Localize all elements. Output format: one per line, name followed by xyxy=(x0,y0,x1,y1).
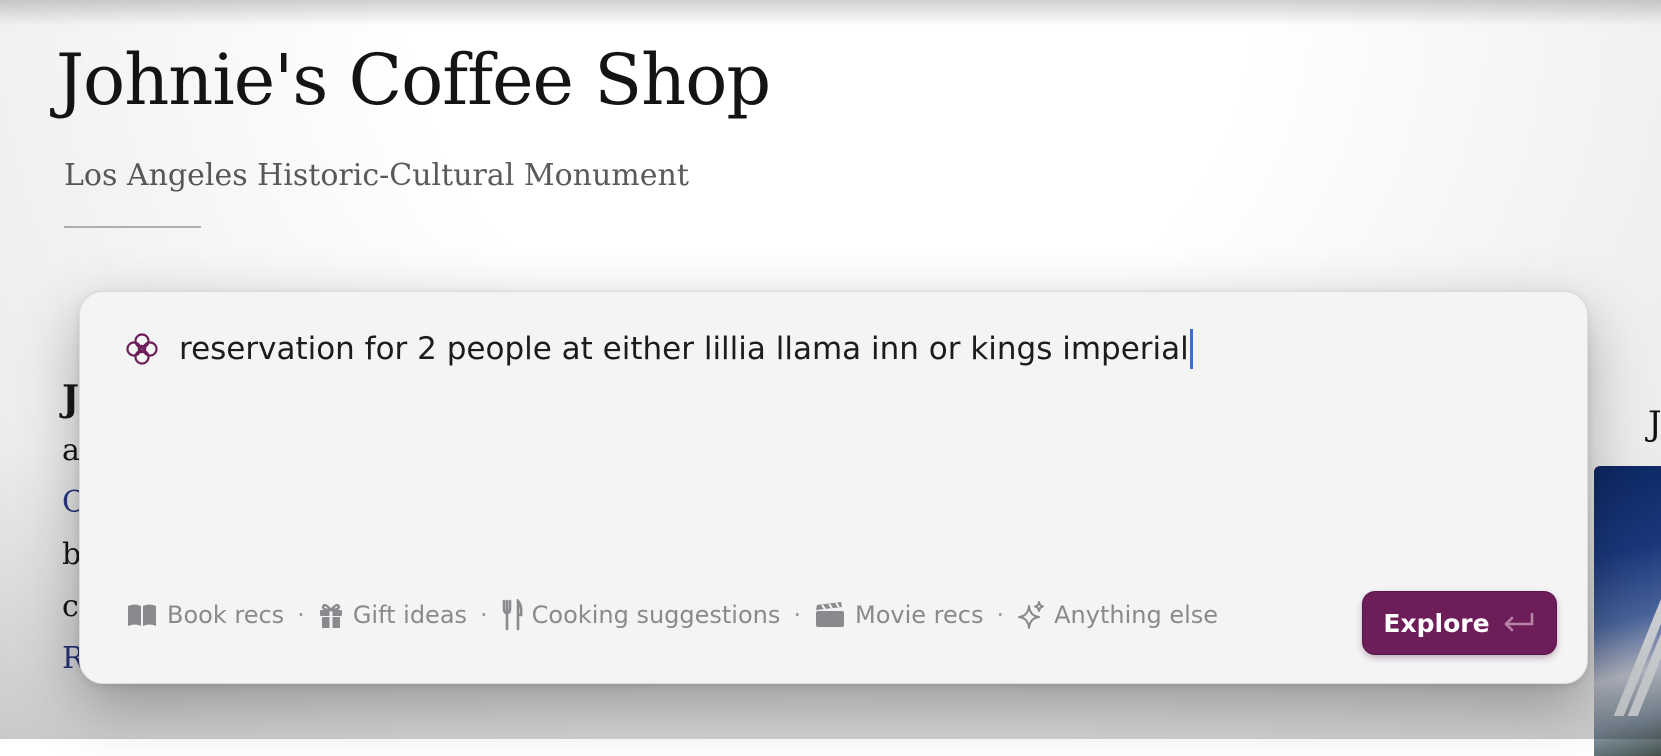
sparkle-icon xyxy=(1017,600,1045,630)
suggestion-separator: · xyxy=(480,601,488,629)
explore-label: Explore xyxy=(1383,608,1490,638)
explore-button[interactable]: Explore xyxy=(1363,592,1556,654)
suggestion-anything-else[interactable]: Anything else xyxy=(1017,600,1218,630)
body-text-fragment: a xyxy=(62,433,80,468)
suggestion-separator: · xyxy=(793,601,802,629)
text-caret xyxy=(1189,329,1193,369)
body-text-fragment: c xyxy=(62,589,79,624)
book-icon xyxy=(126,602,158,628)
suggestion-book-recs[interactable]: Book recs xyxy=(126,601,284,629)
suggestion-label: Movie recs xyxy=(855,601,984,629)
infobox-title-fragment: J xyxy=(1648,404,1661,444)
suggestion-label: Gift ideas xyxy=(352,601,468,629)
return-icon xyxy=(1502,612,1536,634)
gift-icon xyxy=(318,601,344,629)
suggestion-label: Cooking suggestions xyxy=(531,601,781,629)
suggestion-bar: Book recs · Gift ideas · Cooking suggest… xyxy=(126,599,1218,631)
suggestion-movie-recs[interactable]: Movie recs xyxy=(814,601,983,629)
suggestion-cooking[interactable]: Cooking suggestions xyxy=(501,599,781,631)
utensils-icon xyxy=(501,599,523,631)
title-divider xyxy=(64,226,201,228)
search-input[interactable]: reservation for 2 people at either lilli… xyxy=(179,329,1547,369)
page-subtitle: Los Angeles Historic-Cultural Monument xyxy=(64,158,689,193)
suggestion-separator: · xyxy=(996,601,1005,629)
body-text-fragment: J xyxy=(62,378,80,420)
clapperboard-icon xyxy=(814,601,846,629)
suggestion-separator: · xyxy=(297,601,305,629)
query-row: reservation for 2 people at either lilli… xyxy=(124,324,1547,374)
infobox-image xyxy=(1594,466,1661,756)
flower-icon xyxy=(124,331,160,367)
suggestion-label: Anything else xyxy=(1054,601,1219,629)
suggestion-label: Book recs xyxy=(167,601,285,629)
suggestion-gift-ideas[interactable]: Gift ideas xyxy=(318,601,467,629)
page-title: Johnie's Coffee Shop xyxy=(56,39,771,121)
search-query-text: reservation for 2 people at either lilli… xyxy=(179,331,1189,367)
search-palette: reservation for 2 people at either lilli… xyxy=(79,291,1588,684)
